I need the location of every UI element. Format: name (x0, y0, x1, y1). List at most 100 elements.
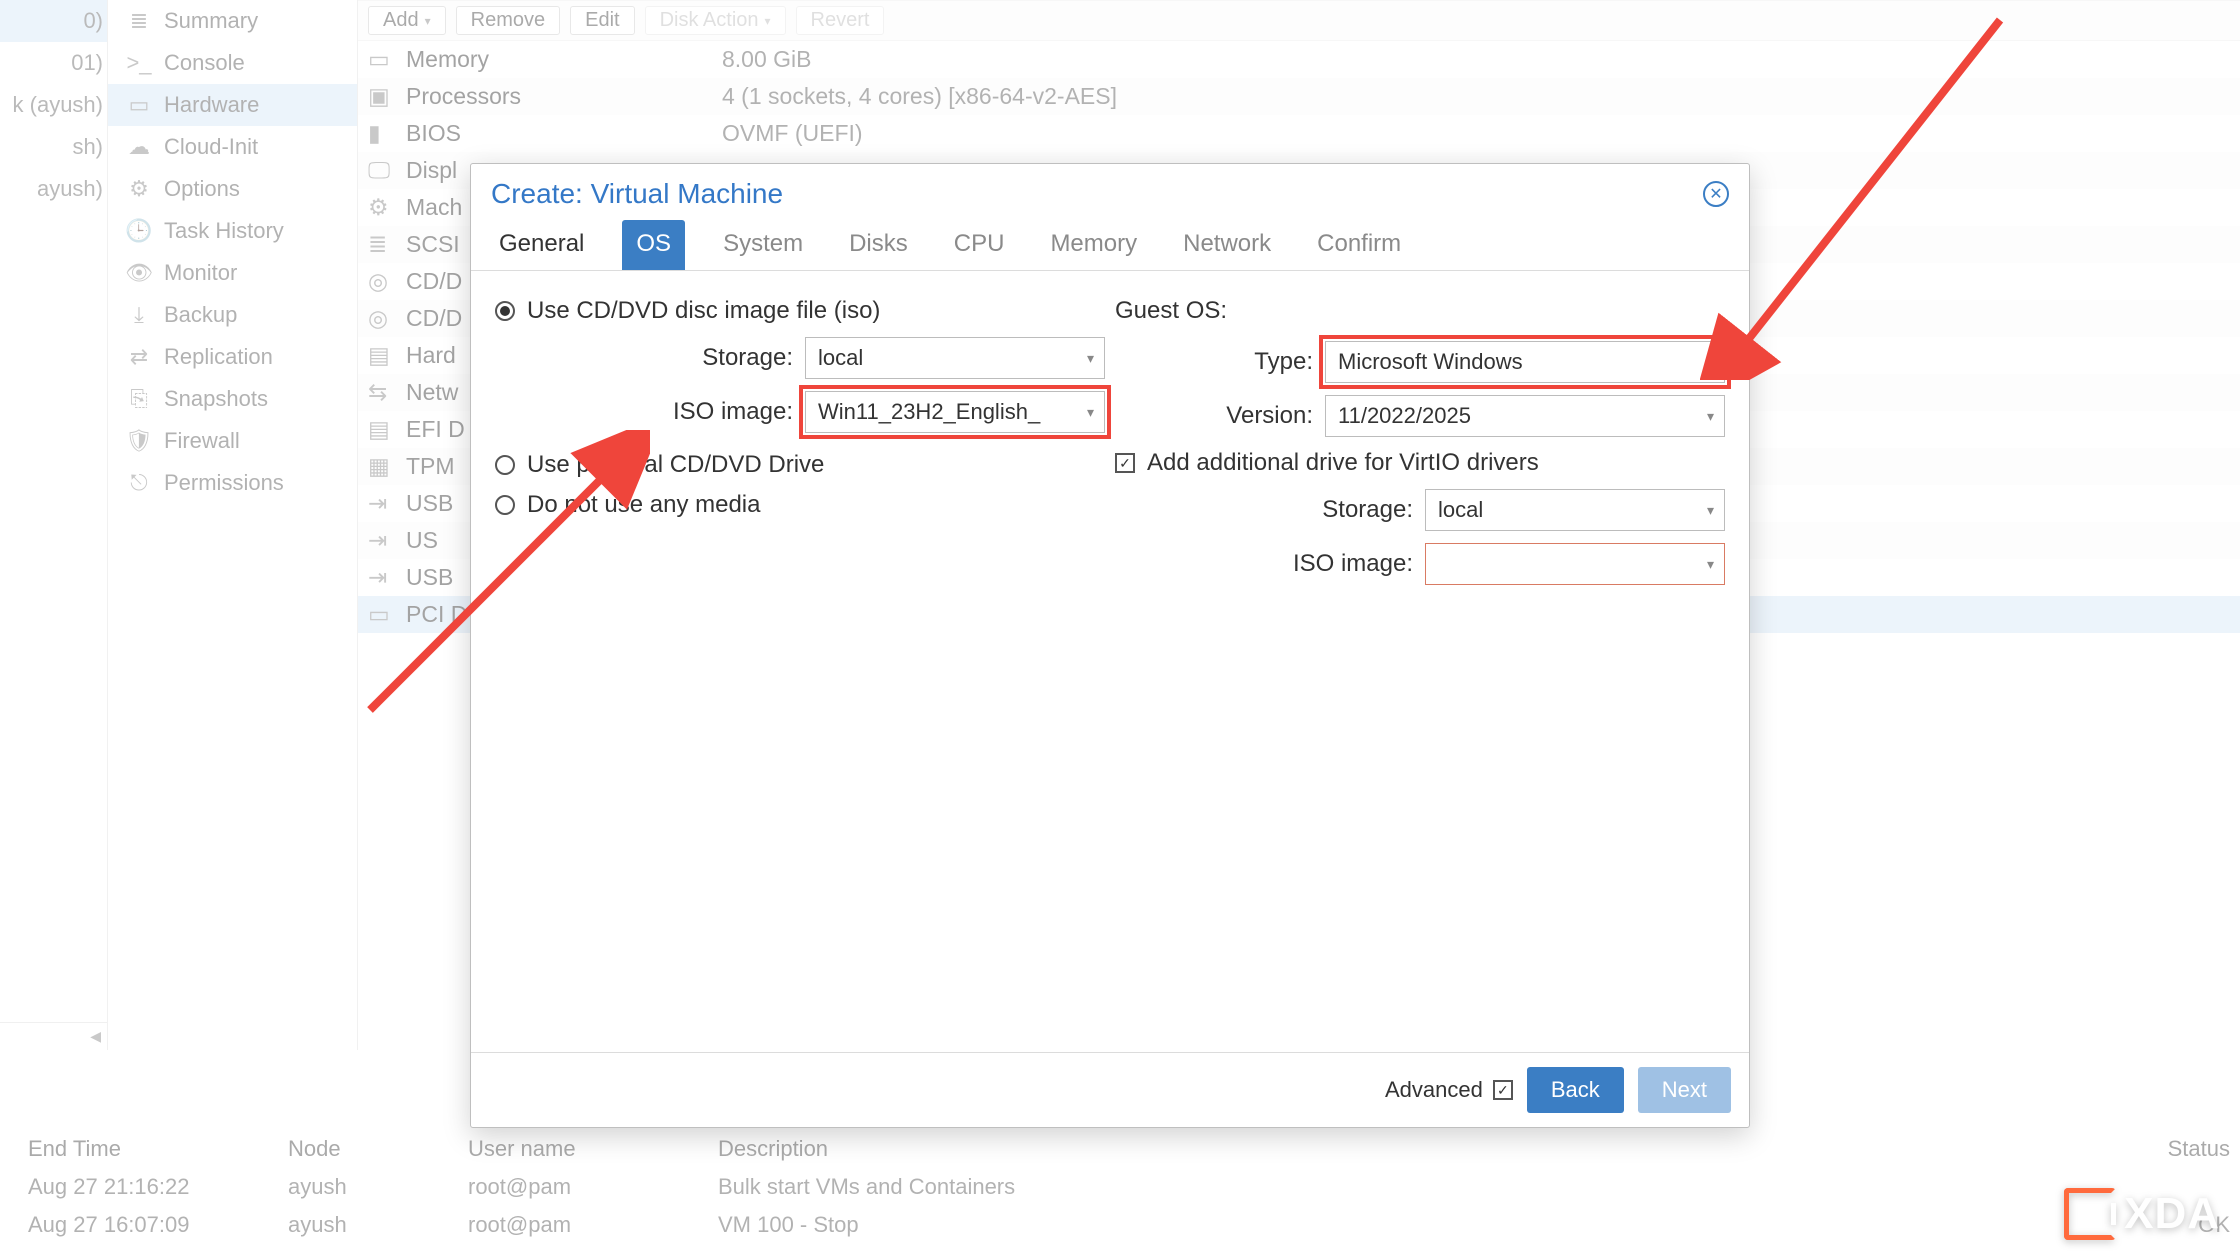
memory-icon: ▭ (368, 46, 390, 73)
create-vm-modal: Create: Virtual Machine ✕ GeneralOSSyste… (470, 163, 1750, 1128)
close-icon[interactable]: ✕ (1703, 181, 1729, 207)
hardware-row[interactable]: ▣Processors4 (1 sockets, 4 cores) [x86-6… (358, 78, 2240, 115)
table-row[interactable]: Aug 27 21:16:22ayushroot@pamBulk start V… (18, 1168, 2240, 1206)
iso-image-combo[interactable]: Win11_23H2_English_ ▾ (805, 391, 1105, 433)
storage-label: Storage: (702, 344, 793, 372)
tree-item[interactable]: 01) (0, 42, 107, 84)
xda-watermark: XDA (2064, 1188, 2220, 1240)
os-type-combo[interactable]: Microsoft Windows ▾ (1325, 341, 1725, 383)
virtio-checkbox-row[interactable]: Add additional drive for VirtIO drivers (1115, 443, 1725, 483)
sidebar-item-firewall[interactable]: 🛡 Firewall (108, 420, 357, 462)
radio-physical-drive-label: Use physical CD/DVD Drive (527, 451, 824, 479)
sidebar-item-monitor[interactable]: 👁 Monitor (108, 252, 357, 294)
scsi-icon: ≣ (368, 231, 390, 258)
radio-icon (495, 455, 515, 475)
hardware-row[interactable]: ▮BIOSOVMF (UEFI) (358, 115, 2240, 152)
chevron-down-icon: ▾ (1707, 556, 1714, 573)
hardware-row[interactable]: ▭ Memory 8.00 GiB (358, 41, 2240, 78)
sidebar-item-label: Firewall (164, 428, 240, 454)
hardware-row-value: 8.00 GiB (722, 46, 812, 73)
next-button[interactable]: Next (1638, 1067, 1731, 1113)
col-status[interactable]: Status (2100, 1136, 2230, 1162)
guest-os-column: Guest OS: Type: Microsoft Windows ▾ Vers… (1115, 291, 1725, 1052)
virtio-iso-row: ISO image: ▾ (1115, 537, 1725, 591)
tab-system[interactable]: System (715, 220, 811, 270)
table-header-row: End Time Node User name Description Stat… (18, 1130, 2240, 1168)
advanced-toggle[interactable]: Advanced (1385, 1077, 1513, 1103)
monitor-icon: 👁 (128, 262, 150, 284)
virtio-storage-row: Storage: local ▾ (1115, 483, 1725, 537)
col-user[interactable]: User name (468, 1136, 718, 1162)
checkbox-icon (1115, 453, 1135, 473)
usb-icon: ⇥ (368, 564, 390, 591)
col-end-time[interactable]: End Time (28, 1136, 288, 1162)
hardware-toolbar: Add▾ Remove Edit Disk Action▾ Revert (358, 1, 2240, 41)
back-button[interactable]: Back (1527, 1067, 1624, 1113)
tab-confirm[interactable]: Confirm (1309, 220, 1409, 270)
virtio-iso-combo[interactable]: ▾ (1425, 543, 1725, 585)
tab-memory[interactable]: Memory (1042, 220, 1145, 270)
sidebar-item-label: Monitor (164, 260, 237, 286)
remove-button[interactable]: Remove (456, 6, 560, 35)
virtio-iso-label: ISO image: (1293, 550, 1413, 578)
radio-no-media[interactable]: Do not use any media (495, 485, 1105, 525)
usb-icon: ⇥ (368, 490, 390, 517)
table-row[interactable]: Aug 27 16:07:09ayushroot@pamVM 100 - Sto… (18, 1206, 2240, 1244)
sidebar-item-label: Hardware (164, 92, 259, 118)
tab-cpu[interactable]: CPU (946, 220, 1013, 270)
virtio-storage-combo[interactable]: local ▾ (1425, 489, 1725, 531)
disc-icon: ◎ (368, 305, 390, 332)
radio-physical-drive[interactable]: Use physical CD/DVD Drive (495, 445, 1105, 485)
tree-item[interactable]: 0) (0, 0, 107, 42)
tab-disks[interactable]: Disks (841, 220, 916, 270)
sidebar-item-hardware[interactable]: ▭Hardware (108, 84, 357, 126)
tree-item[interactable]: k (ayush) (0, 84, 107, 126)
tree-collapse-button[interactable] (0, 1022, 107, 1050)
storage-combo[interactable]: local ▾ (805, 337, 1105, 379)
sidebar-item-console[interactable]: >_Console (108, 42, 357, 84)
sidebar-item-replication[interactable]: ⇄Replication (108, 336, 357, 378)
display-icon: 🖵 (368, 157, 390, 184)
radio-use-iso[interactable]: Use CD/DVD disc image file (iso) (495, 291, 1105, 331)
type-label: Type: (1254, 348, 1313, 376)
hardware-row-name: Memory (406, 46, 706, 73)
tab-os[interactable]: OS (622, 220, 685, 270)
tpm-icon: ▦ (368, 453, 390, 480)
sidebar-item-backup[interactable]: ⤓Backup (108, 294, 357, 336)
disc-icon: ◎ (368, 268, 390, 295)
cell-end: Aug 27 16:07:09 (28, 1212, 288, 1238)
col-description[interactable]: Description (718, 1136, 2100, 1162)
col-node[interactable]: Node (288, 1136, 468, 1162)
sidebar-item-summary[interactable]: ≣Summary (108, 0, 357, 42)
edit-button[interactable]: Edit (570, 6, 634, 35)
sidebar-item-label: Summary (164, 8, 258, 34)
disk-action-button[interactable]: Disk Action▾ (645, 6, 786, 35)
snapshots-icon: ⎘ (128, 388, 150, 410)
usb-icon: ⇥ (368, 527, 390, 554)
cell-desc: Bulk start VMs and Containers (718, 1174, 2100, 1200)
sidebar-item-permissions[interactable]: ⎋Permissions (108, 462, 357, 504)
virtio-checkbox-label: Add additional drive for VirtIO drivers (1147, 449, 1539, 477)
console-icon: >_ (128, 52, 150, 74)
advanced-label: Advanced (1385, 1077, 1483, 1103)
revert-button[interactable]: Revert (796, 6, 885, 35)
radio-use-iso-label: Use CD/DVD disc image file (iso) (527, 297, 880, 325)
firewall-icon: 🛡 (128, 430, 150, 452)
chevron-down-icon: ▾ (1707, 408, 1714, 425)
tree-item[interactable]: ayush) (0, 168, 107, 210)
os-version-combo[interactable]: 11/2022/2025 ▾ (1325, 395, 1725, 437)
sidebar-item-options[interactable]: ⚙Options (108, 168, 357, 210)
sidebar-item-cloud-init[interactable]: ☁Cloud-Init (108, 126, 357, 168)
sidebar-item-label: Replication (164, 344, 273, 370)
sidebar-item-label: Cloud-Init (164, 134, 258, 160)
sidebar-item-label: Task History (164, 218, 284, 244)
tab-network[interactable]: Network (1175, 220, 1279, 270)
tab-general[interactable]: General (491, 220, 592, 270)
sidebar-item-label: Permissions (164, 470, 284, 496)
type-row: Type: Microsoft Windows ▾ (1115, 335, 1725, 389)
sidebar-item-task-history[interactable]: 🕒Task History (108, 210, 357, 252)
sidebar-item-snapshots[interactable]: ⎘Snapshots (108, 378, 357, 420)
add-button[interactable]: Add▾ (368, 6, 446, 35)
tree-item[interactable]: sh) (0, 126, 107, 168)
cpu-icon: ▣ (368, 83, 390, 110)
